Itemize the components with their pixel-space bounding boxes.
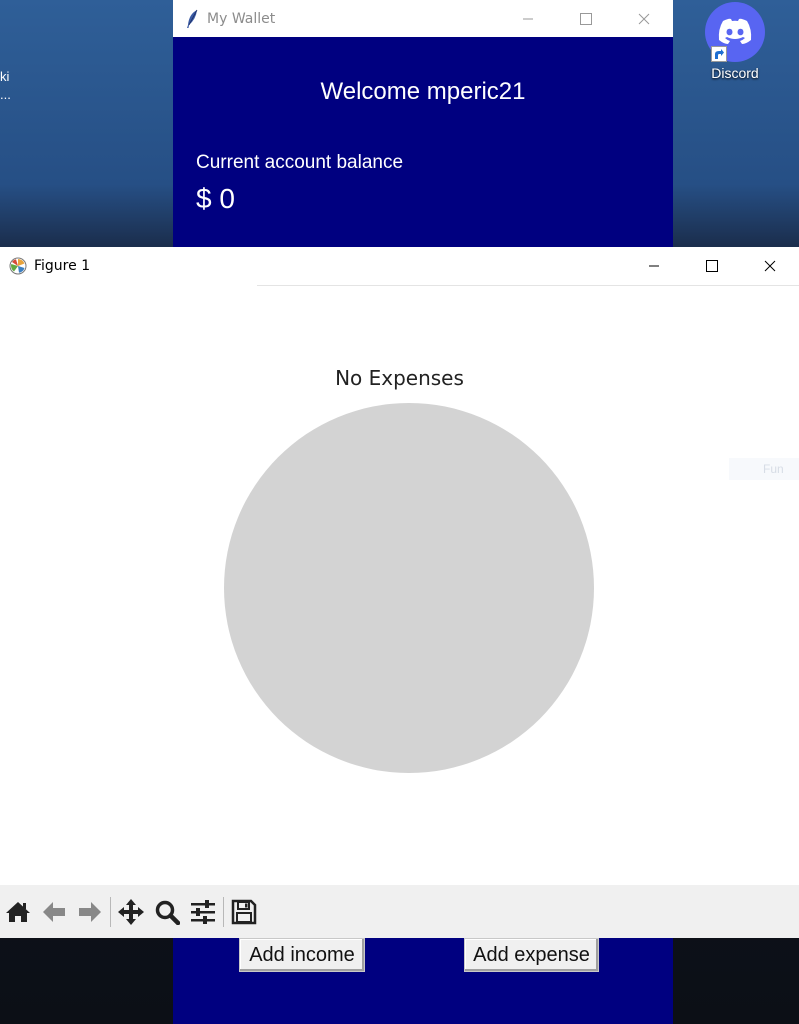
desktop-icon-labels: ki ... <box>0 68 12 104</box>
forward-arrow-icon <box>79 901 101 922</box>
configure-subplots-icon <box>191 899 215 924</box>
wallet-titlebar[interactable]: My Wallet <box>173 0 673 37</box>
balance-value: $ 0 <box>196 183 235 214</box>
toolbar-separator <box>223 896 224 927</box>
navigation-toolbar <box>0 885 799 938</box>
ghost-tooltip: Fun <box>729 458 799 480</box>
back-button[interactable] <box>36 894 72 930</box>
matplotlib-icon <box>9 257 27 275</box>
tk-feather-icon <box>187 9 198 28</box>
close-button[interactable] <box>741 247 799 285</box>
zoom-icon <box>155 900 180 925</box>
pie-chart <box>224 403 594 773</box>
close-icon <box>764 260 776 272</box>
close-button[interactable] <box>615 0 673 37</box>
desktop-label-fragment: ki <box>0 69 10 84</box>
figure-window: Figure 1 No Expenses Fun <box>0 247 799 938</box>
close-icon <box>638 13 650 24</box>
save-icon <box>231 899 257 924</box>
minimize-button[interactable] <box>625 247 683 285</box>
maximize-button[interactable] <box>683 247 741 285</box>
wallet-window-title: My Wallet <box>207 10 276 27</box>
figure-canvas[interactable]: No Expenses Fun <box>0 286 799 885</box>
forward-button[interactable] <box>72 894 108 930</box>
pan-button[interactable] <box>113 894 149 930</box>
home-button[interactable] <box>0 894 36 930</box>
pie-slice <box>224 403 594 773</box>
shortcut-arrow-icon <box>711 46 727 62</box>
discord-label: Discord <box>711 65 759 81</box>
maximize-icon <box>706 260 718 272</box>
figure-window-title: Figure 1 <box>34 258 91 274</box>
save-button[interactable] <box>226 894 262 930</box>
maximize-icon <box>580 12 592 25</box>
zoom-button[interactable] <box>149 894 185 930</box>
minimize-icon <box>649 265 659 267</box>
discord-icon <box>705 2 765 62</box>
add-income-button[interactable]: Add income <box>239 938 365 972</box>
balance-label: Current account balance <box>196 152 404 173</box>
configure-subplots-button[interactable] <box>185 894 221 930</box>
maximize-button[interactable] <box>557 0 615 37</box>
welcome-heading: Welcome mperic21 <box>320 78 526 105</box>
home-icon <box>6 901 30 922</box>
add-expense-button[interactable]: Add expense <box>464 938 599 972</box>
minimize-icon <box>523 18 533 19</box>
desktop-label-fragment: ... <box>0 87 11 102</box>
minimize-button[interactable] <box>499 0 557 37</box>
discord-shortcut[interactable]: Discord <box>700 2 770 81</box>
back-arrow-icon <box>43 901 65 922</box>
pan-icon <box>118 898 144 925</box>
figure-titlebar[interactable]: Figure 1 <box>0 247 799 285</box>
toolbar-separator <box>110 896 111 927</box>
